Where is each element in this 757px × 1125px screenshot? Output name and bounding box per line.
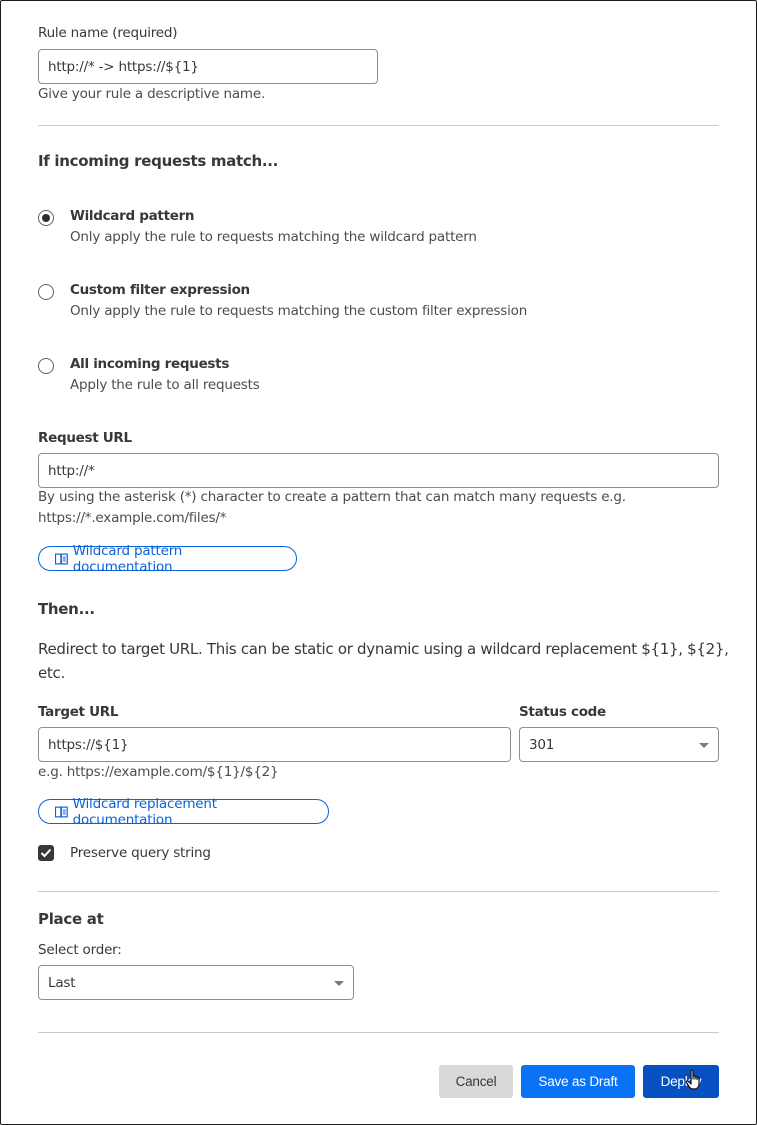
radio-title: All incoming requests: [70, 356, 230, 372]
radio-description: Only apply the rule to requests matching…: [70, 303, 528, 319]
radio-description: Apply the rule to all requests: [70, 377, 260, 393]
hand-cursor-icon: [685, 1069, 700, 1090]
rule-name-input[interactable]: http://* -> https://${1}: [38, 49, 378, 84]
radio-wildcard[interactable]: [38, 210, 54, 226]
radio-title: Custom filter expression: [70, 282, 250, 298]
doc-link-label: Wildcard replacement documentation: [72, 795, 217, 828]
place-at-title: Place at: [38, 910, 104, 928]
request-url-value: http://*: [48, 462, 95, 479]
wildcard-replacement-doc-link[interactable]: Wildcard replacement documentation: [38, 796, 329, 828]
request-url-help-line1: By using the asterisk (*) character to c…: [38, 489, 626, 505]
status-code-value: 301: [529, 736, 555, 753]
deploy-button[interactable]: Deploy: [643, 1065, 719, 1098]
checkmark-icon: [40, 848, 52, 858]
cancel-button[interactable]: Cancel: [439, 1065, 513, 1098]
target-url-input[interactable]: https://${1}: [38, 727, 511, 762]
book-icon: [55, 553, 68, 564]
rule-name-label: Rule name (required): [38, 25, 178, 41]
then-section-title: Then...: [38, 600, 95, 618]
order-select[interactable]: Last: [38, 965, 354, 1000]
rule-name-value: http://* -> https://${1}: [48, 58, 199, 75]
then-description-line2: etc.: [38, 664, 65, 682]
chevron-down-icon: [334, 980, 344, 986]
chevron-down-icon: [699, 742, 709, 748]
radio-custom-filter[interactable]: [38, 284, 54, 300]
request-url-label: Request URL: [38, 430, 132, 446]
book-icon: [55, 806, 68, 817]
divider: [38, 891, 719, 892]
request-url-input[interactable]: http://*: [38, 453, 719, 488]
select-order-label: Select order:: [38, 942, 122, 958]
then-description-line1: Redirect to target URL. This can be stat…: [38, 640, 729, 658]
radio-dot: [42, 214, 50, 222]
radio-all-requests[interactable]: [38, 358, 54, 374]
request-url-help-line2: https://*.example.com/files/*: [38, 510, 227, 526]
radio-description: Only apply the rule to requests matching…: [70, 229, 477, 245]
divider: [38, 1032, 719, 1033]
preserve-query-label: Preserve query string: [70, 845, 211, 861]
target-url-value: https://${1}: [48, 736, 129, 753]
save-as-draft-button[interactable]: Save as Draft: [521, 1065, 635, 1098]
radio-title: Wildcard pattern: [70, 208, 195, 224]
rule-name-help: Give your rule a descriptive name.: [38, 86, 266, 102]
divider: [38, 125, 719, 126]
order-select-value: Last: [48, 974, 76, 991]
match-section-title: If incoming requests match...: [38, 152, 279, 170]
status-code-select[interactable]: 301: [519, 727, 719, 762]
doc-link-label: Wildcard pattern documentation: [72, 542, 183, 575]
target-url-help: e.g. https://example.com/${1}/${2}: [38, 764, 279, 780]
target-url-label: Target URL: [38, 704, 119, 720]
preserve-query-checkbox[interactable]: [38, 845, 54, 861]
wildcard-pattern-doc-link[interactable]: Wildcard pattern documentation: [38, 543, 297, 575]
status-code-label: Status code: [519, 704, 606, 720]
